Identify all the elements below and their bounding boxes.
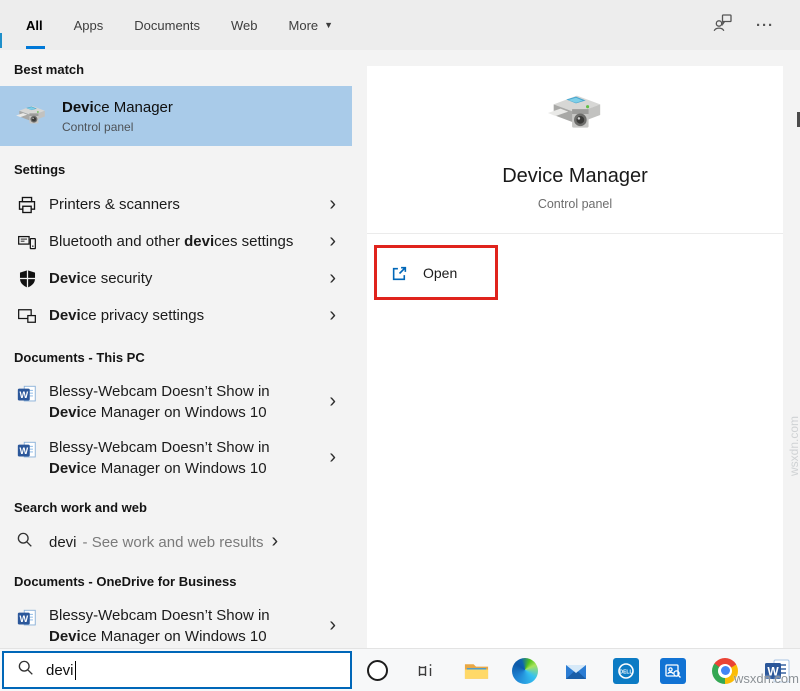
tab-more[interactable]: More ▼ [289, 0, 334, 50]
preview-title: Device Manager [367, 165, 783, 188]
svg-text:W: W [19, 446, 28, 456]
search-query-text: devi [46, 662, 74, 679]
chevron-right-icon: › [321, 615, 344, 637]
best-match-subtitle: Control panel [62, 120, 173, 134]
mail-icon[interactable] [563, 649, 589, 691]
svg-text:W: W [19, 614, 28, 624]
word-document-icon: W [16, 608, 38, 630]
tab-web[interactable]: Web [231, 0, 258, 50]
preview-panel: Device Manager Control panel Open [367, 66, 783, 648]
open-label: Open [423, 265, 457, 281]
chevron-right-icon: › [321, 268, 344, 290]
chevron-right-icon: › [321, 391, 344, 413]
result-document-3[interactable]: W Blessy-Webcam Doesn’t Show in Device M… [0, 598, 352, 654]
watermark-side: wsxdn.com [787, 392, 800, 476]
feedback-icon[interactable] [712, 12, 734, 39]
word-document-icon: W [16, 384, 38, 406]
tab-apps[interactable]: Apps [74, 0, 104, 50]
open-icon [391, 265, 408, 282]
task-view-icon[interactable] [413, 649, 439, 691]
result-bluetooth-devices-settings[interactable]: Bluetooth and other devices settings › [0, 223, 352, 260]
svg-text:W: W [19, 390, 28, 400]
tab-documents[interactable]: Documents [134, 0, 200, 50]
cortana-icon[interactable] [365, 649, 389, 691]
results-pane: Best match Devi [0, 50, 352, 648]
result-see-web-results[interactable]: devi- See work and web results › [0, 524, 352, 560]
watermark-bottom: wsxdn.com [734, 671, 799, 686]
more-options-icon[interactable]: ··· [756, 17, 774, 34]
result-device-privacy-settings[interactable]: Device privacy settings › [0, 297, 352, 334]
word-document-icon: W [16, 440, 38, 462]
search-tab-bar: All Apps Documents Web More ▼ ··· [0, 0, 800, 50]
devices-icon [16, 231, 38, 253]
search-icon [17, 659, 34, 681]
chevron-right-icon: › [321, 194, 344, 216]
result-document-1[interactable]: W Blessy-Webcam Doesn’t Show in Device M… [0, 374, 352, 430]
section-header-documents-onedrive: Documents - OneDrive for Business [0, 560, 352, 598]
best-match-device-manager[interactable]: Device Manager Control panel [0, 86, 352, 146]
result-printers-scanners[interactable]: Printers & scanners › [0, 186, 352, 223]
preview-subtitle: Control panel [367, 197, 783, 211]
section-header-settings: Settings [0, 146, 352, 186]
search-input[interactable]: devi [2, 651, 352, 689]
dell-icon[interactable]: DELL [613, 649, 639, 691]
section-header-documents-pc: Documents - This PC [0, 334, 352, 374]
screen-edge-artifact [0, 33, 2, 48]
edge-icon[interactable] [512, 649, 538, 691]
chevron-right-icon: › [321, 447, 344, 469]
privacy-devices-icon [16, 305, 38, 327]
result-document-2[interactable]: W Blessy-Webcam Doesn’t Show in Device M… [0, 430, 352, 486]
file-explorer-icon[interactable] [461, 649, 491, 691]
support-assist-icon[interactable] [660, 649, 686, 691]
tab-all[interactable]: All [26, 0, 43, 50]
device-manager-icon-large [544, 83, 606, 150]
chevron-right-icon: › [263, 531, 286, 553]
search-flyout: All Apps Documents Web More ▼ ··· Best m… [0, 0, 800, 648]
search-icon [16, 531, 38, 553]
section-header-search-web: Search work and web [0, 486, 352, 524]
device-manager-icon [14, 99, 48, 133]
result-device-security[interactable]: Device security › [0, 260, 352, 297]
chevron-right-icon: › [321, 305, 344, 327]
chevron-right-icon: › [321, 231, 344, 253]
svg-text:DELL: DELL [619, 669, 632, 675]
shield-icon [16, 268, 38, 290]
chevron-down-icon: ▼ [324, 20, 333, 30]
text-caret [75, 661, 77, 680]
open-action[interactable]: Open [367, 248, 457, 298]
divider [367, 233, 783, 234]
printer-icon [16, 194, 38, 216]
section-header-best-match: Best match [0, 50, 352, 86]
best-match-title: Device Manager [62, 99, 173, 116]
